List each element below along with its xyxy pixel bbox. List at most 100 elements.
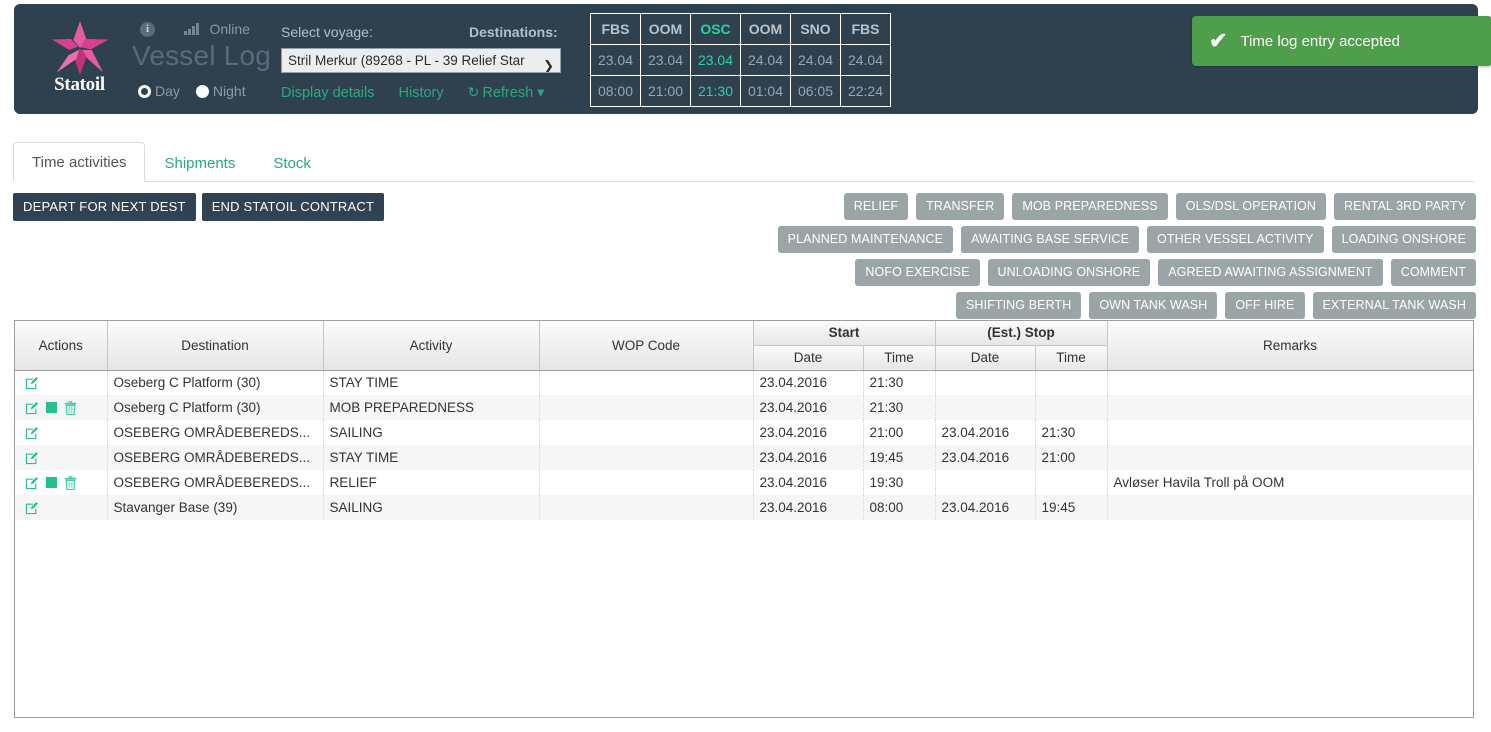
edit-icon[interactable]: [25, 426, 39, 440]
tab-stock[interactable]: Stock: [254, 143, 330, 182]
cell-remarks: Avløser Havila Troll på OOM: [1107, 470, 1473, 495]
row-actions[interactable]: [15, 470, 108, 495]
activity-button-transfer[interactable]: TRANSFER: [916, 193, 1005, 220]
activity-button-planned-maintenance[interactable]: PLANNED MAINTENANCE: [777, 226, 954, 253]
caret-down-icon: ▾: [537, 85, 545, 101]
cell-wop-code: [539, 495, 754, 520]
table-row[interactable]: OSEBERG OMRÅDEBEREDS... STAY TIME 23.04.20…: [15, 445, 1473, 470]
header-links: Display details History ↻ Refresh ▾: [281, 84, 544, 101]
table-row[interactable]: OSEBERG OMRÅDEBEREDS... RELIEF 23.04.2016 1…: [15, 470, 1473, 495]
cell-start-time: 21:30: [863, 395, 936, 420]
row-actions[interactable]: [15, 370, 108, 395]
depart-for-next-dest-button[interactable]: DEPART FOR NEXT DEST: [13, 193, 196, 221]
day-radio[interactable]: [138, 84, 151, 98]
destination-time: 08:00: [590, 75, 641, 107]
row-actions[interactable]: [15, 495, 108, 520]
edit-icon[interactable]: [25, 501, 39, 515]
cell-start-date: 23.04.2016: [753, 395, 864, 420]
edit-icon[interactable]: [25, 401, 39, 415]
destination-code: FBS: [840, 13, 891, 45]
table-row[interactable]: Oseberg C Platform (30) MOB PREPAREDNESS 2…: [15, 395, 1473, 420]
cell-remarks: [1107, 445, 1473, 470]
grid-body: Oseberg C Platform (30) STAY TIME 23.04.20…: [15, 370, 1473, 717]
activity-button-unloading-onshore[interactable]: UNLOADING ONSHORE: [987, 259, 1151, 286]
table-row[interactable]: Oseberg C Platform (30) STAY TIME 23.04.20…: [15, 370, 1473, 395]
col-stop-date: Date: [935, 345, 1036, 371]
cell-stop-date: 23.04.2016: [935, 420, 1036, 445]
activity-button-loading-onshore[interactable]: LOADING ONSHORE: [1331, 226, 1476, 253]
cell-activity: SAILING: [323, 420, 540, 445]
cell-stop-time: 21:30: [1035, 420, 1108, 445]
edit-icon[interactable]: [25, 376, 39, 390]
edit-icon[interactable]: [25, 476, 39, 490]
stop-icon[interactable]: [46, 402, 57, 413]
time-activities-grid: Actions Destination Activity WOP Code St…: [14, 320, 1474, 718]
refresh-label: Refresh: [482, 85, 534, 101]
stop-icon[interactable]: [46, 477, 57, 488]
chevron-down-icon: ❯: [543, 58, 554, 73]
activity-button-other-vessel-activity[interactable]: OTHER VESSEL ACTIVITY: [1147, 226, 1324, 253]
cell-wop-code: [539, 370, 754, 395]
status-toast[interactable]: ✔ Time log entry accepted: [1192, 16, 1491, 66]
cell-destination: OSEBERG OMRÅDEBEREDS...: [107, 420, 324, 445]
destination-date: 24.04: [840, 44, 891, 76]
destination-codes-row: FBS OOM OSC OOM SNO FBS: [590, 13, 891, 45]
night-radio[interactable]: [195, 84, 209, 98]
col-destination: Destination: [107, 321, 324, 371]
trash-icon[interactable]: [64, 475, 77, 490]
col-actions: Actions: [15, 321, 108, 371]
activity-button-awaiting-base-service[interactable]: AWAITING BASE SERVICE: [961, 226, 1140, 253]
activity-button-mob-preparedness[interactable]: MOB PREPAREDNESS: [1012, 193, 1168, 220]
activity-button-nofo-exercise[interactable]: NOFO EXERCISE: [855, 259, 980, 286]
destination-code: OOM: [740, 13, 791, 45]
cell-activity: STAY TIME: [323, 370, 540, 395]
tab-shipments[interactable]: Shipments: [145, 143, 254, 182]
activity-button-off-hire[interactable]: OFF HIRE: [1225, 292, 1305, 319]
destination-time: 21:30: [690, 75, 741, 107]
destinations-label: Destinations:: [469, 24, 558, 40]
activity-button-agreed-awaiting-assignment[interactable]: AGREED AWAITING ASSIGNMENT: [1158, 259, 1383, 286]
col-group-stop: (Est.) Stop: [935, 321, 1108, 346]
night-label: Night: [212, 83, 246, 99]
cell-stop-date: [935, 395, 1036, 420]
brand-name: Statoil: [54, 74, 105, 95]
page-title: Vessel Log: [132, 40, 271, 71]
cell-activity: STAY TIME: [323, 445, 540, 470]
end-statoil-contract-button[interactable]: END STATOIL CONTRACT: [201, 193, 385, 221]
cell-start-date: 23.04.2016: [753, 470, 864, 495]
cell-start-date: 23.04.2016: [753, 370, 864, 395]
activity-button-relief[interactable]: RELIEF: [843, 193, 909, 220]
activity-button-shifting-berth[interactable]: SHIFTING BERTH: [956, 292, 1082, 319]
check-icon: ✔: [1209, 28, 1228, 53]
grid-empty-area: [15, 520, 1473, 717]
refresh-link[interactable]: ↻ Refresh ▾: [468, 84, 545, 101]
history-link[interactable]: History: [399, 85, 444, 101]
cell-start-date: 23.04.2016: [753, 420, 864, 445]
cell-start-date: 23.04.2016: [753, 495, 864, 520]
trash-icon[interactable]: [64, 400, 77, 415]
statoil-star-icon: [51, 21, 109, 75]
col-wop-code: WOP Code: [539, 321, 754, 371]
col-activity: Activity: [323, 321, 540, 371]
cell-stop-time: 21:00: [1035, 445, 1108, 470]
edit-icon[interactable]: [25, 451, 39, 465]
voyage-select-value: Stril Merkur (89268 - PL - 39 Relief Sta…: [288, 53, 525, 68]
row-actions[interactable]: [15, 420, 108, 445]
row-actions[interactable]: [15, 445, 108, 470]
activity-button-comment[interactable]: COMMENT: [1390, 259, 1476, 286]
activity-button-ols-dsl-operation[interactable]: OLS/DSL OPERATION: [1175, 193, 1326, 220]
cell-stop-date: [935, 370, 1036, 395]
cell-activity: RELIEF: [323, 470, 540, 495]
row-actions[interactable]: [15, 395, 108, 420]
activity-button-external-tank-wash[interactable]: EXTERNAL TANK WASH: [1312, 292, 1476, 319]
info-icon[interactable]: i: [140, 21, 155, 37]
tab-time-activities[interactable]: Time activities: [13, 142, 146, 182]
table-row[interactable]: Stavanger Base (39) SAILING 23.04.2016 08:0…: [15, 495, 1473, 520]
cell-wop-code: [539, 470, 754, 495]
table-row[interactable]: OSEBERG OMRÅDEBEREDS... SAILING 23.04.2016…: [15, 420, 1473, 445]
voyage-select[interactable]: Stril Merkur (89268 - PL - 39 Relief Sta…: [281, 48, 561, 73]
signal-bars-icon: [184, 23, 199, 35]
activity-button-rental-3rd-party[interactable]: RENTAL 3RD PARTY: [1334, 193, 1476, 220]
activity-button-own-tank-wash[interactable]: OWN TANK WASH: [1089, 292, 1218, 319]
display-details-link[interactable]: Display details: [281, 85, 375, 101]
